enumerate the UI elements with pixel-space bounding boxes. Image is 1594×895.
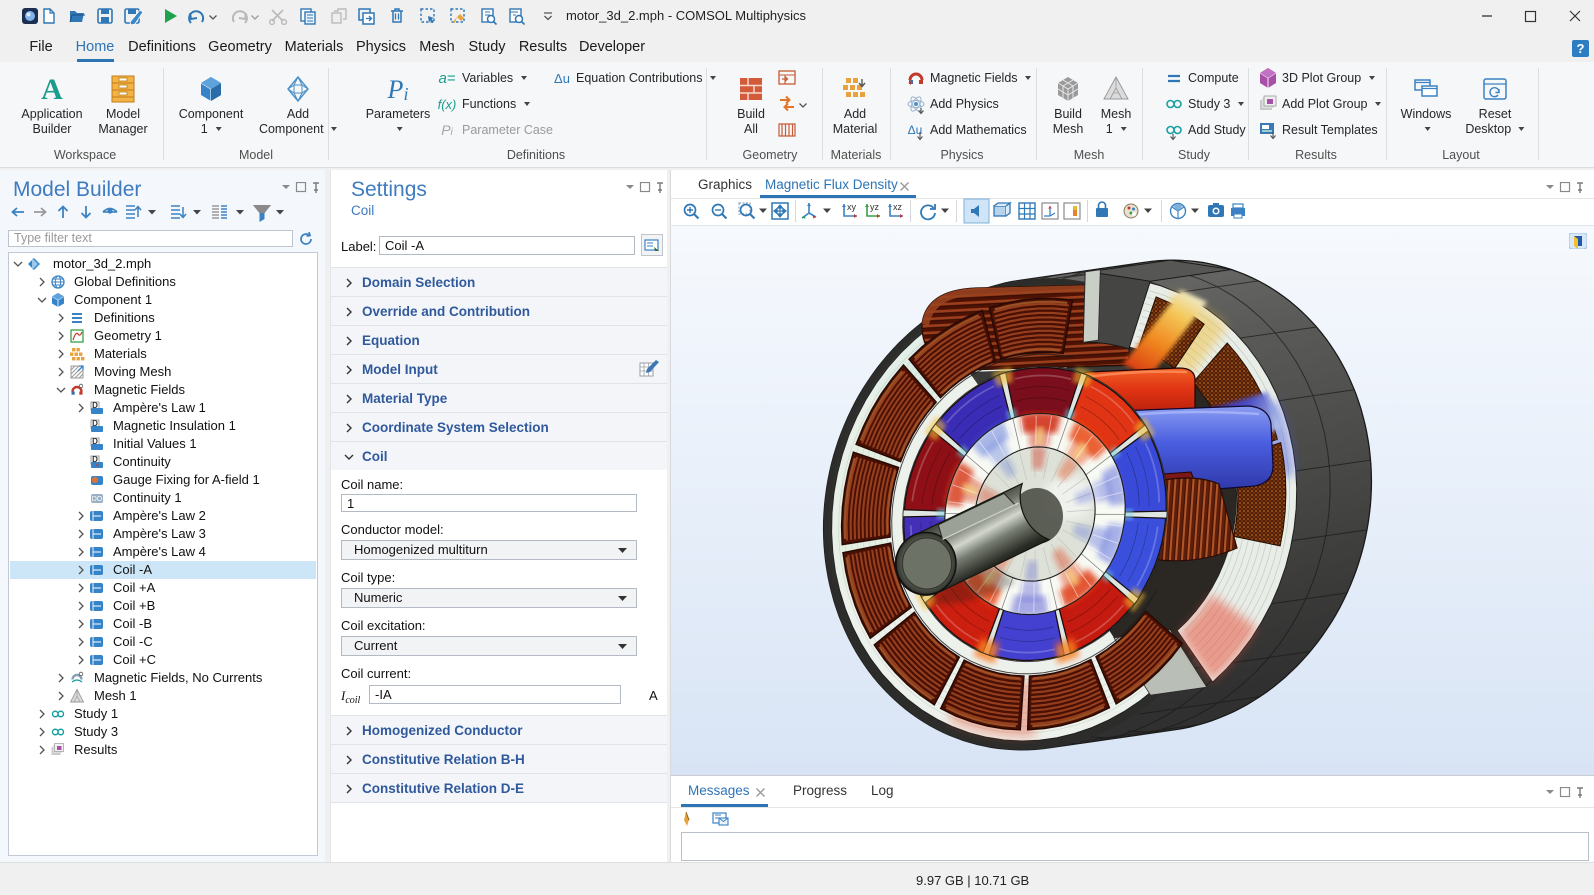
svg-text:A: A [41, 73, 63, 106]
svg-text:×: × [95, 463, 99, 470]
svg-text:f(x): f(x) [438, 97, 457, 112]
svg-text:Pi: Pi [387, 75, 409, 104]
svg-text:xy: xy [847, 202, 857, 212]
svg-text:a=: a= [438, 70, 455, 87]
svg-text:Pi: Pi [441, 122, 453, 138]
svg-text:xz: xz [893, 202, 903, 212]
svg-text:+: + [908, 78, 913, 88]
svg-text:DO: DO [92, 496, 103, 503]
svg-text:yz: yz [870, 202, 880, 212]
svg-text:Δu: Δu [554, 71, 570, 86]
